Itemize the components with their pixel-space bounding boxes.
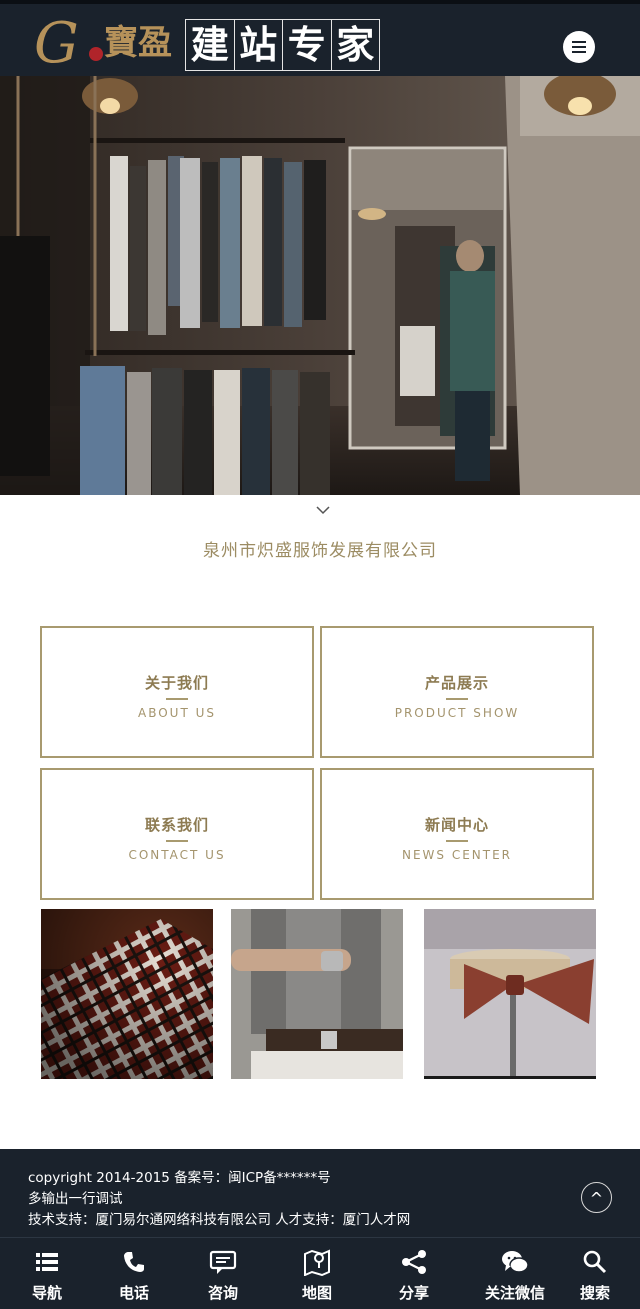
divider [166,840,188,842]
product-photo-plaid-shirt[interactable] [41,909,213,1079]
nav-item-wechat[interactable]: 关注微信 [480,1238,550,1309]
divider [446,698,468,700]
site-footer: copyright 2014-2015 备案号：闽ICP备******号 多输出… [0,1149,640,1237]
logo-char: 专 [283,20,332,70]
nav-item-navigation[interactable]: 导航 [17,1238,77,1309]
product-show-subtitle: PRODUCT SHOW [394,706,520,720]
brand-logo[interactable]: G 寶盈 [34,10,182,74]
nav-item-map[interactable]: 地图 [287,1238,347,1309]
hamburger-menu-icon[interactable] [563,31,595,63]
nav-item-search[interactable]: 搜索 [565,1238,625,1309]
about-us-box[interactable]: 关于我们 ABOUT US [40,626,314,758]
hero-banner-image [0,76,640,495]
debug-text: 多输出一行调试 [28,1191,123,1207]
bottom-nav: 导航 电话 咨询 地图 分享 关注微信 搜索 [0,1237,640,1309]
share-icon [402,1250,426,1274]
nav-label: 咨询 [207,1284,238,1302]
nav-item-share[interactable]: 分享 [384,1238,444,1309]
list-icon [36,1253,58,1271]
nav-label: 电话 [118,1284,149,1302]
news-center-subtitle: NEWS CENTER [401,848,513,862]
nav-label: 关注微信 [484,1284,545,1302]
about-us-label: 关于我们 [144,674,209,692]
logo-script-text: 寶盈 [104,23,172,63]
product-photo-watch[interactable] [231,909,403,1079]
divider [446,840,468,842]
map-icon [304,1249,330,1276]
svg-text:G: G [34,11,79,74]
logo-title: 建 站 专 家 [185,19,380,71]
nav-item-consult[interactable]: 咨询 [193,1238,253,1309]
company-name: 泉州市炽盛服饰发展有限公司 [203,541,437,561]
phone-icon [124,1252,144,1272]
search-icon [583,1250,607,1274]
divider [166,698,188,700]
news-center-box[interactable]: 新闻中心 NEWS CENTER [320,768,594,900]
about-us-subtitle: ABOUT US [137,706,216,720]
nav-label: 分享 [398,1284,429,1302]
tech-support-text: 技术支持：厦门易尔通网络科技有限公司 人才支持：厦门人才网 [28,1212,411,1228]
wechat-icon [502,1251,529,1273]
back-to-top-button[interactable]: ^ [581,1182,612,1213]
product-show-label: 产品展示 [424,674,489,692]
contact-us-label: 联系我们 [144,816,209,834]
nav-label: 导航 [31,1284,62,1302]
nav-label: 地图 [301,1284,332,1302]
chevron-down-icon[interactable] [315,504,331,516]
logo-char: 家 [336,22,375,67]
chat-icon [209,1250,237,1274]
news-center-label: 新闻中心 [424,816,489,834]
product-photo-bow-tie[interactable] [424,909,596,1079]
site-header: G 寶盈 建 站 专 家 [0,4,640,76]
logo-char: 站 [235,20,283,70]
logo-char: 建 [186,20,235,70]
product-show-box[interactable]: 产品展示 PRODUCT SHOW [320,626,594,758]
contact-us-subtitle: CONTACT US [128,848,226,862]
copyright-text: copyright 2014-2015 备案号：闽ICP备******号 [28,1170,331,1186]
contact-us-box[interactable]: 联系我们 CONTACT US [40,768,314,900]
nav-label: 搜索 [579,1284,610,1302]
nav-item-phone[interactable]: 电话 [104,1238,164,1309]
